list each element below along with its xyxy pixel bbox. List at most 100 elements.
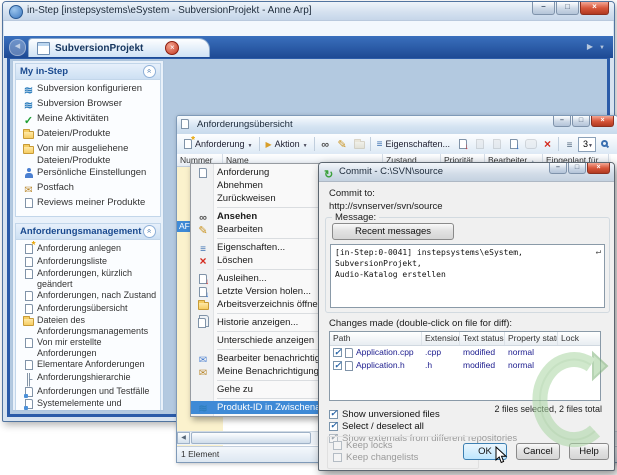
main-titlebar[interactable]: in-Step [instepsystems\eSystem - Subvers…	[3, 2, 614, 21]
sidebar-item[interactable]: Dateien des Anforderungsmanagements	[22, 315, 158, 337]
toolbar-icon-button[interactable]	[317, 136, 334, 152]
scroll-left-icon[interactable]	[177, 432, 190, 444]
aktion-menu-button[interactable]: Aktion	[262, 138, 312, 150]
minimize-button[interactable]	[532, 2, 555, 15]
collapse-icon[interactable]	[143, 225, 156, 238]
sidebar-item-icon	[25, 257, 33, 267]
sidebar-item[interactable]: Anforderungsübersicht	[22, 303, 158, 316]
sidebar-item[interactable]: Anforderungen und Testfälle	[22, 386, 158, 399]
sidebar-item-icon	[25, 304, 33, 314]
sidebar-item[interactable]: Meine Aktivitäten	[22, 113, 158, 128]
toolbar-icon	[459, 139, 467, 149]
sidebar-item[interactable]: Dateien/Produkte	[22, 128, 158, 143]
sidebar-item-icon	[23, 318, 34, 326]
search-icon-button[interactable]	[596, 136, 613, 152]
chevron-down-icon	[303, 139, 308, 149]
help-button[interactable]: Help	[569, 443, 609, 460]
levels-icon-button[interactable]	[561, 136, 578, 152]
sidebar-item[interactable]: Postfach	[22, 182, 158, 197]
app-icon	[9, 5, 23, 19]
desktop: in-Step [instepsystems\eSystem - Subvers…	[0, 0, 617, 475]
recent-messages-button[interactable]: Recent messages	[332, 223, 454, 240]
sidebar-item[interactable]: Systemelemente und Anforderungen	[22, 398, 158, 411]
tab-forward-icon[interactable]	[587, 42, 593, 51]
file-row[interactable]: Application.cpp .cpp modified normal	[330, 346, 600, 359]
sidebar-item[interactable]: Elementare Anforderungen	[22, 359, 158, 372]
sidebar-item[interactable]: Von mir ausgeliehene Dateien/Produkte	[22, 143, 158, 167]
sidebar-item[interactable]: Anforderung anlegen	[22, 243, 158, 256]
toolbar-icon-button[interactable]	[505, 136, 522, 152]
search-plus-icon-button[interactable]	[613, 136, 617, 152]
list-toolbar: Anforderung Aktion	[177, 134, 617, 155]
sidebar-section-header[interactable]: My in-Step	[16, 64, 160, 80]
toolbar-icon-button[interactable]	[351, 136, 368, 152]
sidebar-item[interactable]: Anforderungen, nach Zustand	[22, 290, 158, 303]
anforderung-menu-button[interactable]: Anforderung	[180, 138, 257, 150]
toolbar-icon	[354, 141, 365, 149]
properties-icon	[377, 139, 383, 150]
column-header-text-status[interactable]: Text status	[460, 332, 505, 345]
ok-button[interactable]: OK	[463, 443, 507, 460]
sidebar-item[interactable]: Persönliche Einstellungen	[22, 167, 158, 182]
maximize-button[interactable]	[556, 2, 579, 15]
menu-item-icon	[198, 318, 206, 328]
scrollbar-thumb[interactable]	[191, 432, 311, 444]
level-combobox[interactable]: 3	[578, 137, 596, 152]
dialog-checkbox[interactable]: Select / deselect all	[329, 421, 424, 432]
toolbar-icon-button[interactable]	[454, 136, 471, 152]
menubar	[4, 21, 613, 37]
sidebar-item[interactable]: Reviews meiner Produkte	[22, 197, 158, 212]
list-window-titlebar[interactable]: Anforderungsübersicht	[177, 116, 617, 135]
cancel-button[interactable]: Cancel	[516, 443, 560, 460]
menu-item-icon	[199, 274, 207, 284]
tab-dropdown-icon[interactable]	[599, 42, 605, 51]
file-checkbox[interactable]	[333, 348, 342, 357]
checkbox-icon	[333, 441, 342, 450]
maximize-button[interactable]	[572, 116, 590, 127]
sidebar-item[interactable]: Anforderungsliste	[22, 256, 158, 269]
sidebar-item[interactable]: Subversion Browser	[22, 98, 158, 113]
minimize-button[interactable]	[549, 163, 567, 174]
dialog-checkbox[interactable]: Keep locks	[333, 440, 392, 451]
dialog-titlebar[interactable]: Commit - C:\SVN\source	[319, 163, 614, 182]
toolbar-icon-button[interactable]	[488, 136, 505, 152]
dialog-checkbox[interactable]: Show unversioned files	[329, 409, 440, 420]
menu-item-icon	[198, 302, 209, 310]
tab-subversionprojekt[interactable]: SubversionProjekt	[28, 38, 210, 57]
file-icon	[345, 348, 353, 358]
column-header-property-status[interactable]: Property status	[505, 332, 558, 345]
sidebar-item[interactable]: Subversion konfigurieren	[22, 83, 158, 98]
tab-back-icon[interactable]	[9, 39, 26, 56]
tab-close-icon[interactable]	[165, 41, 179, 55]
minimize-button[interactable]	[553, 116, 571, 127]
collapse-icon[interactable]	[143, 65, 156, 78]
eigenschaften-button[interactable]: Eigenschaften...	[373, 138, 454, 151]
message-line: Audio-Katalog erstellen	[335, 269, 600, 280]
sidebar-item[interactable]: Anforderungshierarchie	[22, 372, 158, 386]
sidebar-item-icon	[24, 84, 33, 97]
file-row[interactable]: Application.h .h modified normal	[330, 359, 600, 372]
sidebar-item[interactable]: Von mir erstellte Anforderungen	[22, 337, 158, 359]
file-checkbox[interactable]	[333, 361, 342, 370]
message-groupbox: Message: Recent messages [in-Step:0-0041…	[325, 217, 610, 313]
window-title: in-Step [instepsystems\eSystem - Subvers…	[27, 5, 312, 16]
close-button[interactable]	[591, 116, 614, 127]
toolbar-icon	[338, 135, 347, 153]
toolbar-icon-button[interactable]	[471, 136, 488, 152]
list-window-icon	[181, 119, 189, 129]
sidebar-section-header[interactable]: Anforderungsmanagement	[16, 224, 160, 240]
toolbar-icon-button[interactable]	[522, 136, 539, 152]
toolbar-icon-button[interactable]	[539, 136, 556, 152]
toolbar-icon-button[interactable]	[334, 136, 351, 152]
sidebar-item[interactable]: Anforderungen, kürzlich geändert	[22, 268, 158, 290]
column-header-path[interactable]: Path	[330, 332, 422, 345]
sidebar-item-icon	[24, 168, 33, 178]
column-header-extension[interactable]: Extension	[422, 332, 460, 345]
column-header-lock[interactable]: Lock	[558, 332, 601, 345]
commit-message-textarea[interactable]: [in-Step:0-0041] instepsystems\eSystem, …	[330, 244, 605, 308]
maximize-button[interactable]	[568, 163, 586, 174]
tabstrip: SubversionProjekt	[4, 36, 613, 58]
close-button[interactable]	[587, 163, 610, 174]
dialog-checkbox[interactable]: Keep changelists	[333, 452, 418, 463]
close-button[interactable]	[580, 2, 609, 15]
